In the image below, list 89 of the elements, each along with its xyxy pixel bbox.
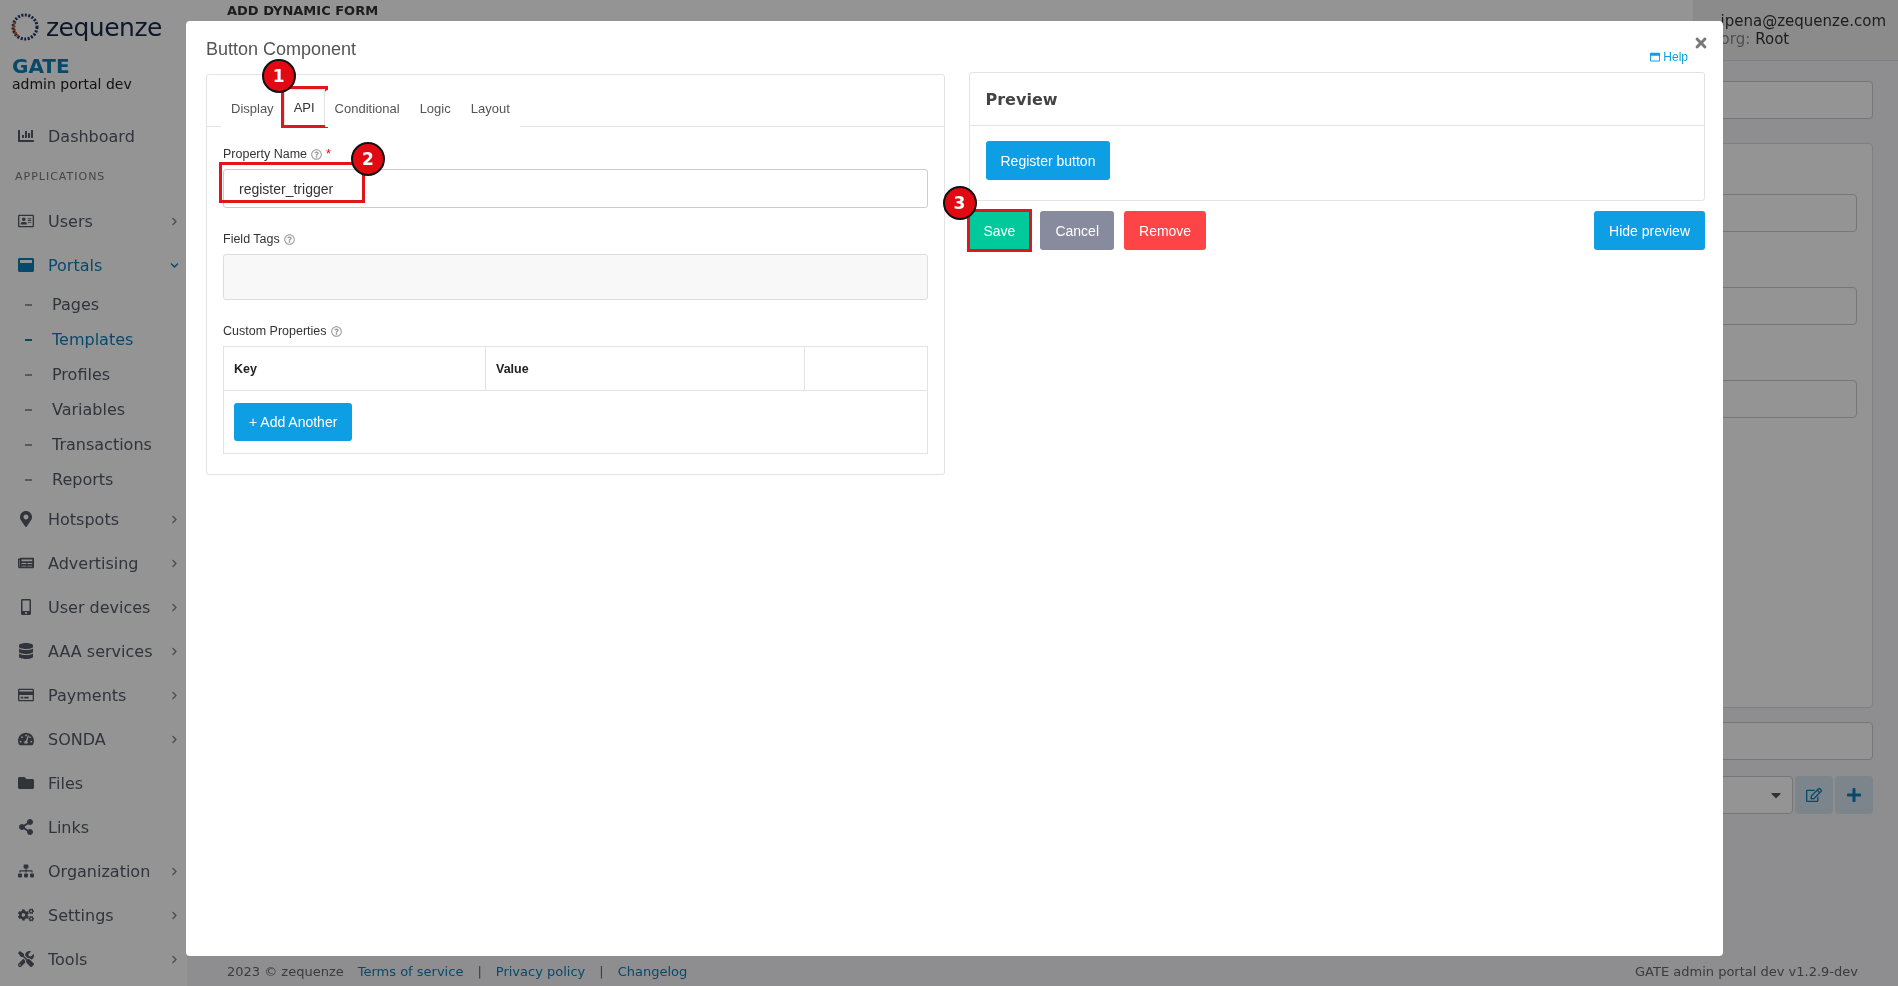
remove-button[interactable]: Remove [1124,211,1207,250]
sidebar-item[interactable]: Files [0,761,187,805]
sidebar-item[interactable]: Hotspots [0,497,187,541]
chevron-right-icon [170,216,179,226]
chevron-right-icon [170,602,179,612]
logo-ring-icon [10,12,40,42]
menu-item-icon [18,643,34,659]
field-label: Property Name [223,147,308,161]
menu-item-icon [18,257,34,273]
sidebar-subitem[interactable]: Templates [0,322,187,357]
column-header: Key [224,347,486,390]
menu-item-icon [18,775,34,791]
help-icon [330,325,342,337]
tab[interactable]: Conditional [324,90,410,127]
menu-item-icon [18,907,34,923]
user-email: ipena@zequenze.com [1720,12,1886,30]
sidebar-subitem[interactable]: Pages [0,287,187,322]
footer-link[interactable]: Changelog [617,963,688,979]
menu-item-icon [18,599,34,615]
copyright-text: 2023 © zequenze [227,963,344,979]
property-name-field[interactable]: register_trigger [223,169,928,208]
sidebar-item[interactable]: SONDA [0,717,187,761]
close-icon [1693,35,1709,51]
menu-item-icon [18,213,34,229]
menu-item-icon [18,951,34,967]
sidebar-item[interactable]: Portals [0,243,187,287]
sidebar-subitem[interactable]: Variables [0,392,187,427]
footer-link[interactable]: Terms of service [357,963,464,979]
sidebar-item[interactable]: Users [0,199,187,243]
menu-item-icon [18,863,34,879]
sidebar-item[interactable]: Links [0,805,187,849]
product-subtitle: admin portal dev [12,76,133,92]
step-marker: 2 [351,142,385,176]
bar-chart-icon [18,128,34,144]
preview-title: Preview [985,89,1058,109]
org-name: Root [1755,30,1790,48]
separator-text: | [599,963,604,979]
chevron-right-icon [170,690,179,700]
page-title: ADD DYNAMIC FORM [226,2,380,20]
field-label: Field Tags [223,232,280,246]
cancel-button[interactable]: Cancel [1040,211,1114,250]
chevron-right-icon [170,734,179,744]
sidebar-subitem[interactable]: Reports [0,462,187,497]
help-icon [283,233,295,245]
chevron-right-icon [170,514,179,524]
required-mark: * [326,147,331,161]
menu-item-icon [18,555,34,571]
footer-link[interactable]: Privacy policy [495,963,586,979]
tab[interactable]: API [283,89,325,127]
plus-icon [1846,787,1862,803]
sidebar-subitem[interactable]: Transactions [0,427,187,462]
register-button[interactable]: Register button [985,141,1111,180]
menu-item-icon [18,511,34,527]
edit-icon [1806,787,1822,803]
window-icon [1650,52,1661,62]
chevron-right-icon [170,954,179,964]
chevron-right-icon [170,558,179,568]
logo-text: zequenze [46,12,162,42]
help-link[interactable]: Help [1650,50,1688,64]
edit-button[interactable] [1795,776,1833,814]
chevron-right-icon [170,646,179,656]
chevron-down-icon [170,260,179,270]
sidebar-item[interactable]: Tools [0,937,187,981]
add-another-button[interactable]: + Add Another [234,403,353,441]
help-icon [311,148,323,160]
product-name: GATE [12,56,71,76]
sidebar-item[interactable]: User devices [0,585,187,629]
chevron-right-icon [170,866,179,876]
sidebar-item[interactable]: Advertising [0,541,187,585]
sidebar-item[interactable]: Payments [0,673,187,717]
field-label: Custom Properties [223,324,327,338]
sidebar-subitem[interactable]: Profiles [0,357,187,392]
chevron-right-icon [170,910,179,920]
sidebar-item[interactable]: AAA services [0,629,187,673]
menu-item-icon [18,819,34,835]
separator-text: | [477,963,482,979]
hide-preview-button[interactable]: Hide preview [1594,211,1705,250]
section-heading: APPLICATIONS [14,169,107,185]
tags-field[interactable] [223,254,928,300]
menu-item-icon [18,731,34,747]
sidebar-item[interactable]: Settings [0,893,187,937]
version-text: GATE admin portal dev v1.2.9-dev [1635,963,1858,979]
modal-title: Button Component [206,39,357,60]
sidebar-item[interactable]: Organization [0,849,187,893]
column-header: Value [486,347,805,390]
add-button[interactable] [1835,776,1873,814]
step-marker: 1 [261,59,296,93]
menu-item-icon [18,687,34,703]
sidebar-item[interactable]: Dashboard [0,114,187,158]
